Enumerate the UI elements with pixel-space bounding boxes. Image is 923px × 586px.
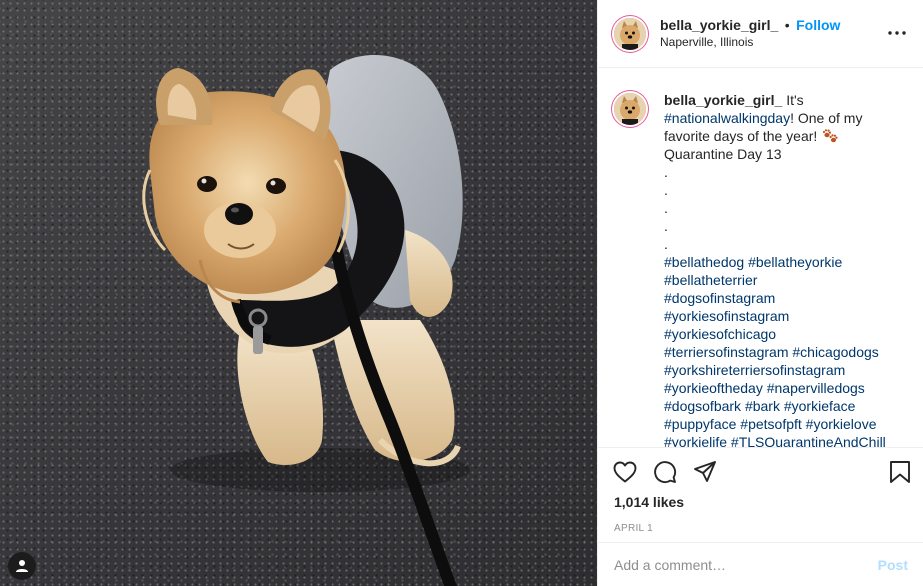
- heart-icon: [613, 461, 637, 483]
- post-photo[interactable]: [0, 0, 597, 586]
- caption-line: .: [664, 218, 668, 234]
- separator-dot: •: [784, 16, 790, 33]
- yorkie-avatar-image: [614, 17, 646, 50]
- hashtag-line[interactable]: #yorkieoftheday #napervilledogs: [664, 379, 894, 397]
- hashtag-line[interactable]: #bellatheterrier: [664, 271, 894, 289]
- share-icon: [694, 461, 716, 482]
- more-options-icon: [888, 31, 906, 35]
- hashtag-line[interactable]: #yorkiesofinstagram: [664, 307, 894, 325]
- save-button[interactable]: [886, 458, 914, 486]
- caption-text: bella_yorkie_girl_ It's #nationalwalking…: [664, 91, 894, 447]
- hashtag-line[interactable]: #dogsofinstagram: [664, 289, 894, 307]
- header-text: bella_yorkie_girl_ • Follow Naperville, …: [660, 17, 887, 51]
- caption-line: .: [664, 182, 668, 198]
- action-icon-row: [598, 448, 923, 496]
- caption-line: .: [664, 200, 668, 216]
- caption-line: .: [664, 164, 668, 180]
- user-tag-icon: [16, 560, 28, 572]
- bookmark-icon: [890, 461, 910, 483]
- caption-line: #nationalwalkingday! One of my: [664, 109, 894, 127]
- likes-count[interactable]: 1,014 likes: [598, 494, 923, 510]
- yorkie-dog-illustration: [142, 55, 470, 586]
- post-actions: 1,014 likes APRIL 1: [598, 447, 923, 534]
- comments-section[interactable]: bella_yorkie_girl_ It's #nationalwalking…: [598, 69, 923, 447]
- hashtag-line[interactable]: #terriersofinstagram #chicagodogs: [664, 343, 894, 361]
- caption-line: favorite days of the year!: [664, 127, 894, 145]
- comment-box: Post: [598, 542, 923, 586]
- like-button[interactable]: [611, 458, 639, 486]
- caption-text-line: favorite days of the year!: [664, 128, 818, 144]
- hashtag-link[interactable]: #nationalwalkingday: [664, 110, 790, 126]
- hashtag-line[interactable]: #puppyface #petsofpft #yorkielove: [664, 415, 894, 433]
- hashtag-line[interactable]: #bellathedog #bellatheyorkie: [664, 253, 894, 271]
- caption-line: Quarantine Day 13: [664, 146, 782, 162]
- comment-button[interactable]: [651, 458, 679, 486]
- post-header: bella_yorkie_girl_ • Follow Naperville, …: [598, 0, 923, 68]
- caption-avatar[interactable]: [614, 93, 646, 125]
- hashtag-line[interactable]: #dogsofbark #bark #yorkieface: [664, 397, 894, 415]
- caption-text-line: ! One of my: [790, 110, 863, 126]
- location-link[interactable]: Naperville, Illinois: [660, 34, 887, 51]
- post-comment-button[interactable]: Post: [878, 557, 908, 573]
- share-button[interactable]: [691, 458, 719, 486]
- caption-line: .: [664, 236, 668, 252]
- hashtag-line[interactable]: #yorkielife #TLSQuarantineAndChill: [664, 433, 894, 447]
- paw-prints-icon: [823, 129, 838, 143]
- post-details-panel: bella_yorkie_girl_ • Follow Naperville, …: [597, 0, 923, 586]
- caption-row: bella_yorkie_girl_ It's #nationalwalking…: [614, 91, 908, 447]
- hashtag-line[interactable]: #yorkshireterriersofinstagram: [664, 361, 894, 379]
- post-date[interactable]: APRIL 1: [598, 523, 923, 534]
- caption-username[interactable]: bella_yorkie_girl_: [664, 92, 782, 108]
- comment-icon: [654, 461, 677, 484]
- more-options-button[interactable]: [887, 20, 907, 41]
- yorkie-avatar-image: [614, 93, 646, 125]
- username-link[interactable]: bella_yorkie_girl_: [660, 17, 778, 33]
- user-tag-button[interactable]: [8, 552, 36, 580]
- hashtag-line[interactable]: #yorkiesofchicago: [664, 325, 894, 343]
- caption-text-line: It's: [786, 92, 804, 108]
- comment-input[interactable]: [614, 556, 878, 573]
- follow-button[interactable]: Follow: [796, 17, 840, 33]
- avatar[interactable]: [614, 17, 646, 50]
